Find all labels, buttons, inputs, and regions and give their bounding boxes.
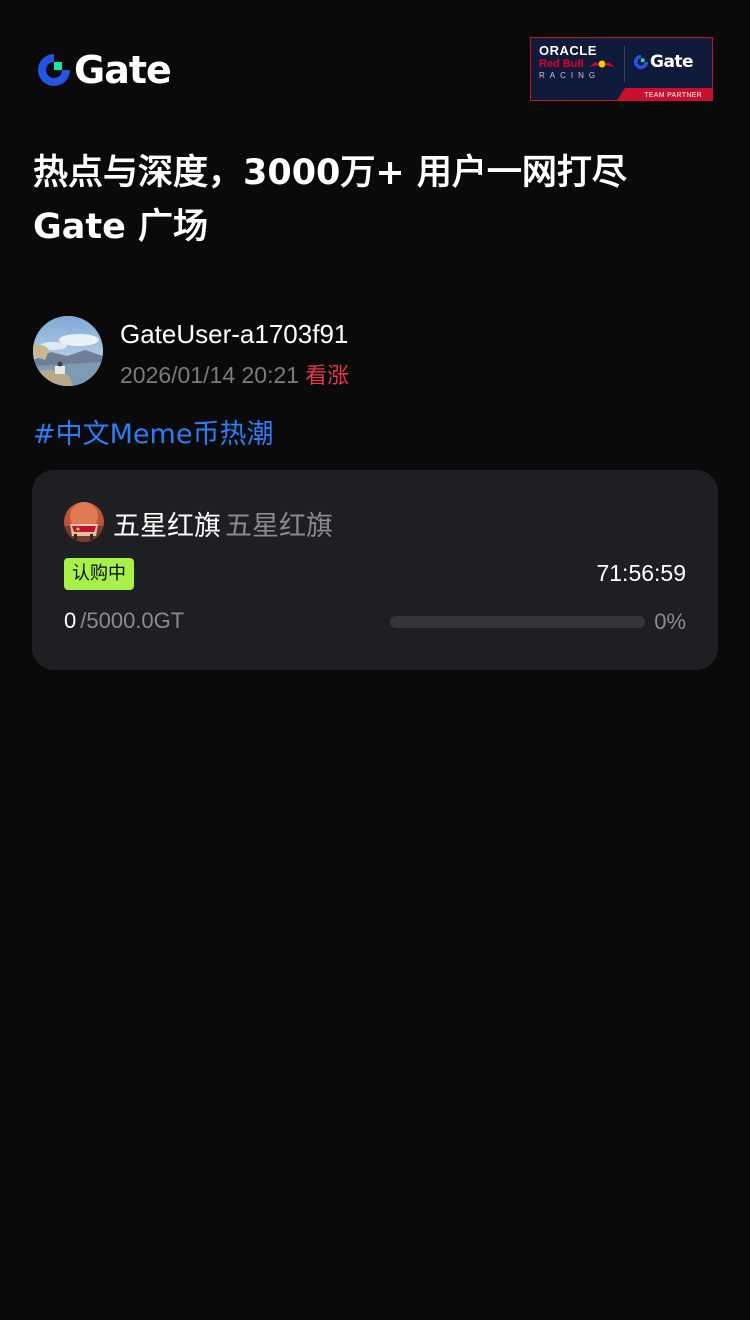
post-timestamp: 2026/01/14 20:21 — [120, 362, 300, 388]
racing-wordmark: RACING — [539, 71, 601, 80]
hero-title-line1: 热点与深度，3000万+ 用户一网打尽 — [33, 153, 627, 193]
team-partner-badge[interactable]: ORACLE Red Bull RACING Gate TEAM PARTNER — [530, 37, 713, 101]
redbull-bulls-icon — [588, 60, 615, 68]
token-symbol: 五星红旗 — [225, 511, 333, 542]
post-meta: 2026/01/14 20:21 看涨 — [120, 358, 349, 390]
raised-amount: 0/5000.0GT — [64, 608, 184, 634]
hashtag-link[interactable]: #中文Meme币热潮 — [33, 412, 273, 451]
oracle-wordmark: ORACLE — [539, 43, 597, 58]
raised-value: 0 — [64, 608, 77, 633]
team-partner-label: TEAM PARTNER — [644, 92, 702, 99]
redbull-wordmark: Red Bull — [539, 58, 584, 70]
token-title: 五星红旗 五星红旗 — [113, 504, 333, 543]
avatar[interactable] — [33, 316, 103, 386]
hero-title: 热点与深度，3000万+ 用户一网打尽 Gate 广场 — [33, 146, 723, 254]
post-header: GateUser-a1703f91 2026/01/14 20:21 看涨 — [33, 316, 723, 390]
subscription-progress-bar — [390, 616, 645, 628]
sentiment-tag: 看涨 — [305, 364, 350, 389]
gate-logo[interactable]: Gate — [36, 48, 172, 92]
token-flag-icon — [64, 502, 104, 542]
badge-divider — [624, 46, 625, 82]
token-launch-card[interactable]: 五星红旗 五星红旗 认购中 71:56:59 0/5000.0GT 0% — [32, 470, 718, 670]
badge-gate-text: Gate — [650, 52, 694, 72]
username[interactable]: GateUser-a1703f91 — [120, 319, 348, 350]
token-icon — [64, 502, 104, 542]
token-name: 五星红旗 — [113, 511, 221, 542]
status-badge: 认购中 — [64, 558, 134, 590]
countdown-timer: 71:56:59 — [596, 560, 686, 586]
badge-gate-logo: Gate — [633, 52, 694, 72]
top-header: Gate ORACLE Red Bull RACING Gate TEAM PA… — [0, 0, 750, 130]
gate-logo-icon — [38, 54, 70, 86]
avatar-photo — [33, 316, 103, 386]
gate-logo-icon — [633, 54, 649, 70]
logo-text: Gate — [74, 48, 172, 92]
raised-total: /5000.0GT — [80, 608, 185, 633]
oracle-redbull-racing-logo: ORACLE Red Bull RACING — [539, 44, 619, 84]
hero-title-line2: Gate 广场 — [33, 207, 209, 247]
progress-percent: 0% — [654, 609, 686, 634]
